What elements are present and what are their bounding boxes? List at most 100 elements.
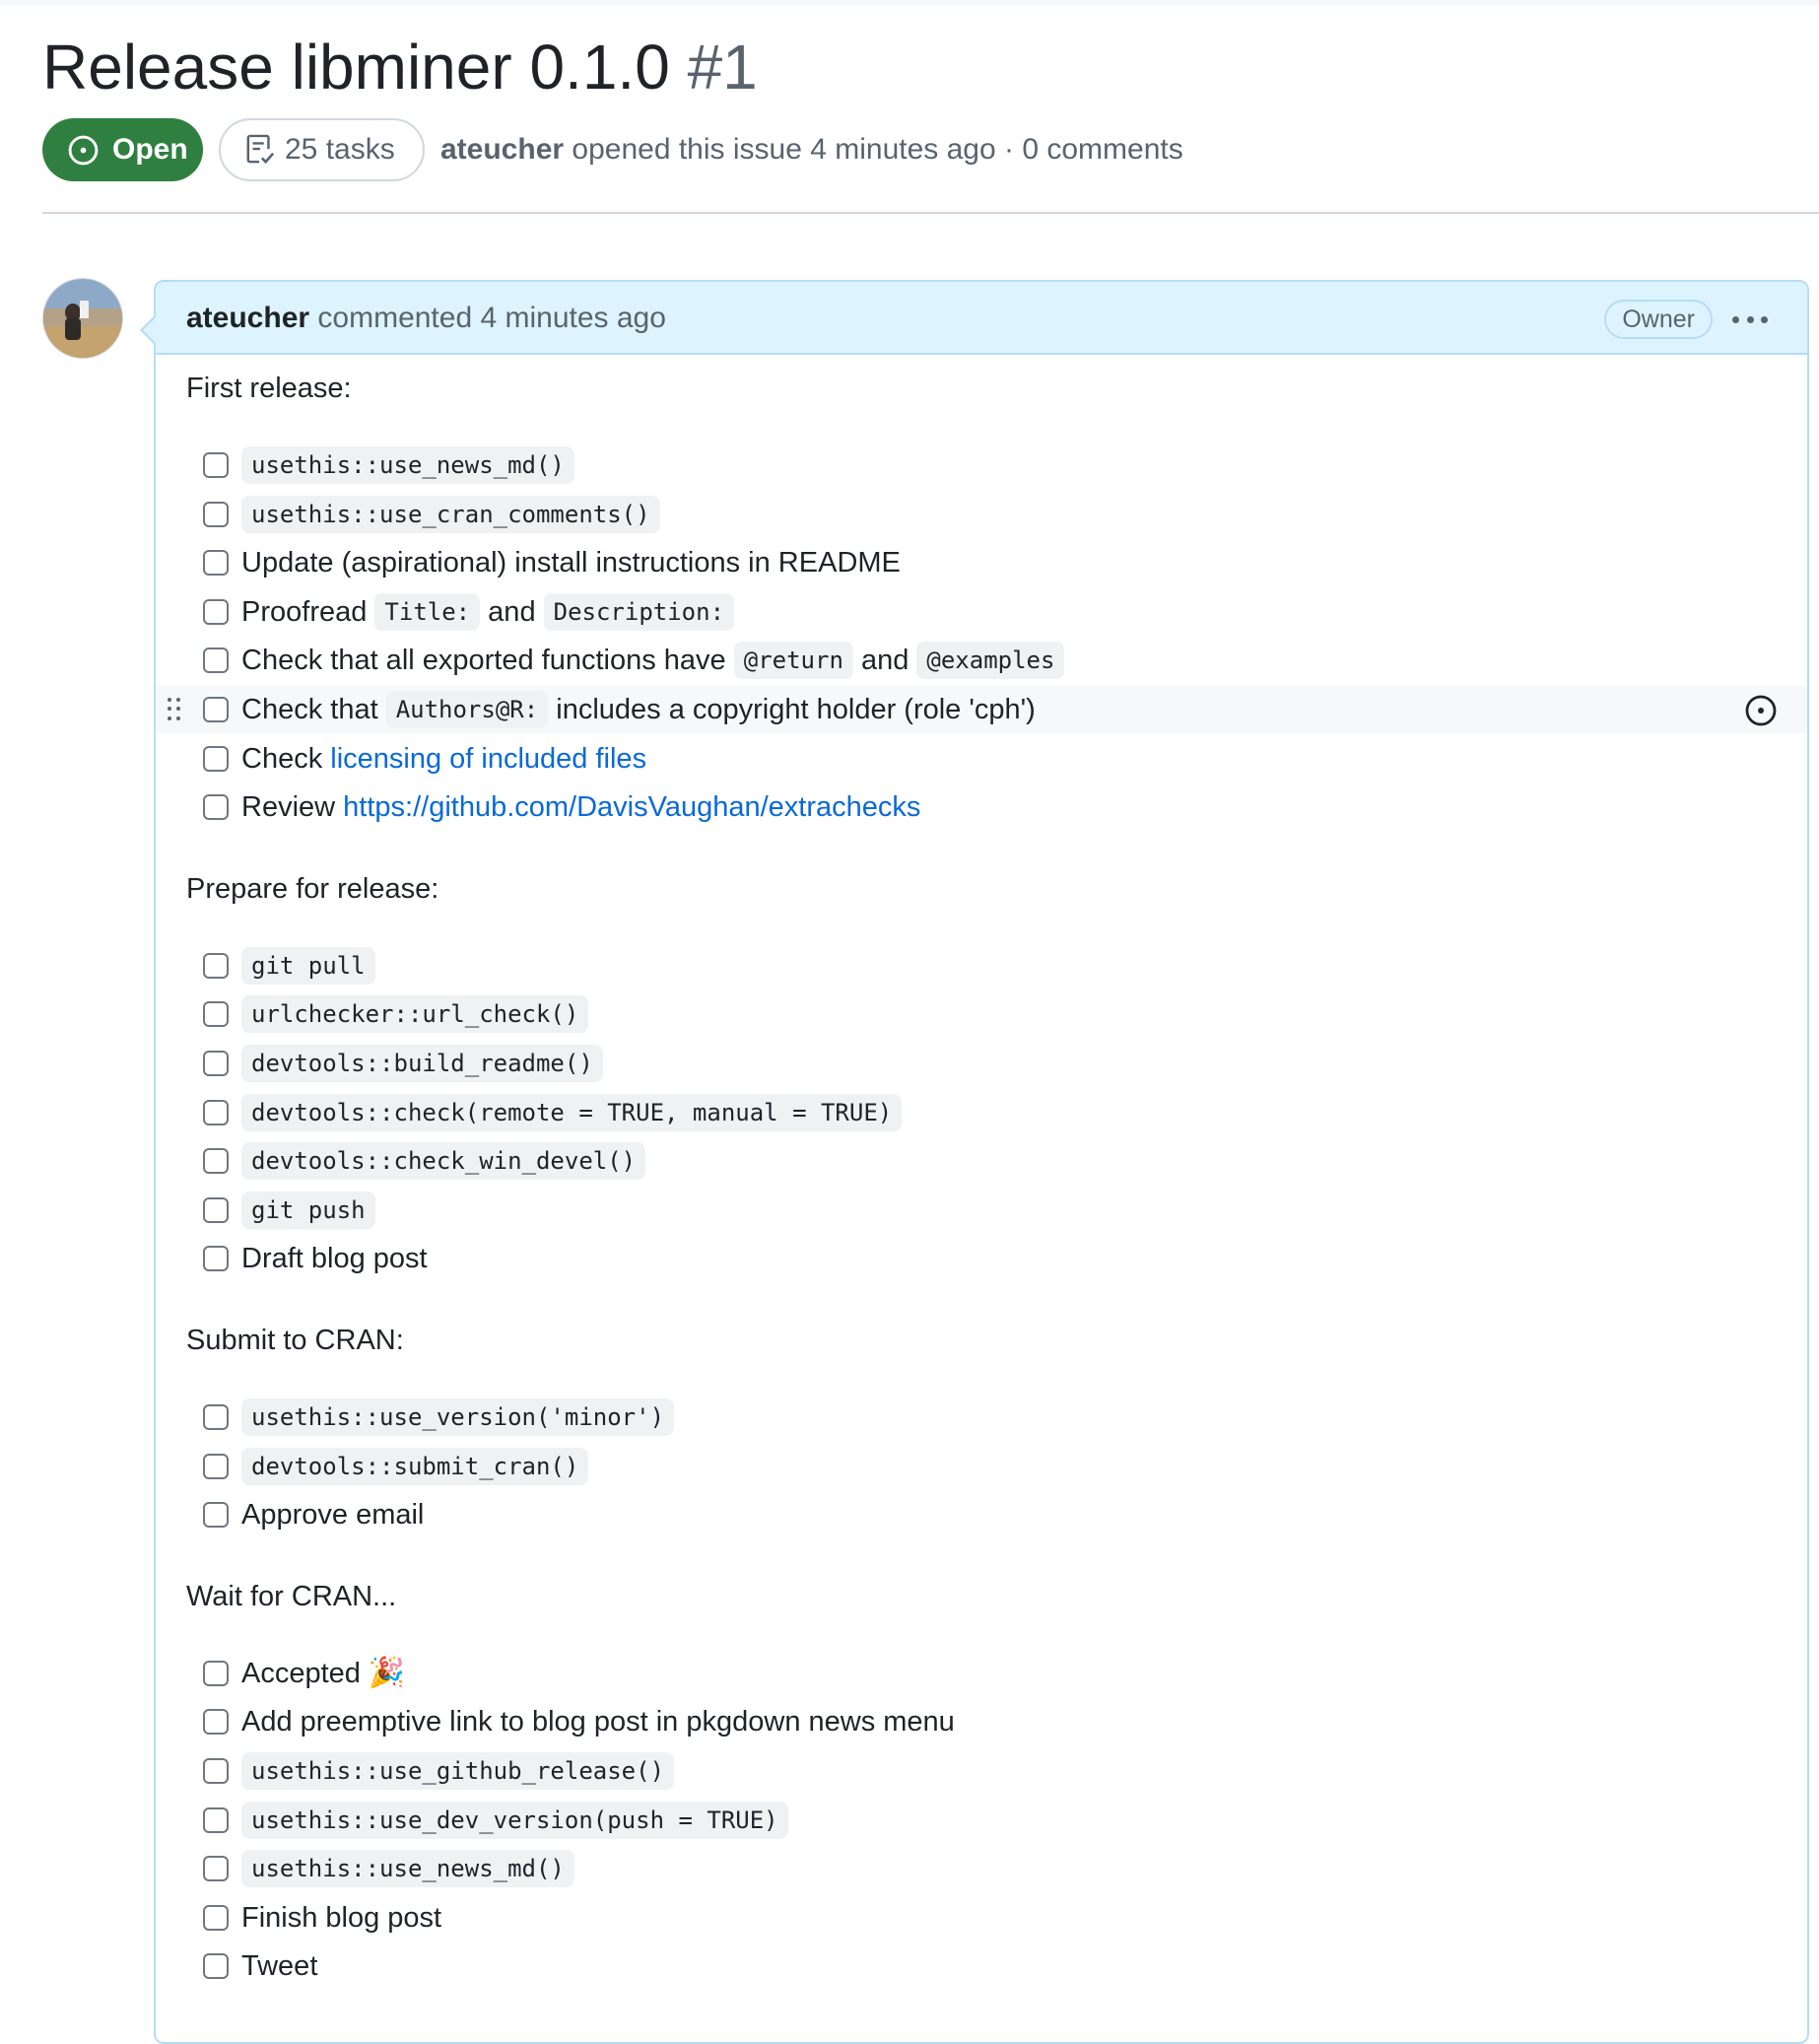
task-item: usethis::use_dev_version(push = TRUE) — [156, 1797, 1807, 1844]
issue-number: #1 — [687, 32, 758, 102]
task-item: Check that Authors@R: includes a copyrig… — [156, 686, 1807, 733]
top-bar — [0, 0, 1819, 6]
party-popper-icon: 🎉 — [368, 1656, 406, 1689]
task-content: Approve email — [241, 1493, 424, 1536]
task-content: Proofread Title: and Description: — [241, 590, 735, 634]
task-text: Update (aspirational) install instructio… — [241, 547, 901, 579]
task-text: Tweet — [241, 1950, 318, 1983]
task-checkbox[interactable] — [203, 794, 229, 821]
task-checkbox[interactable] — [203, 1856, 229, 1882]
task-text: Finish blog post — [241, 1901, 442, 1934]
task-checkbox[interactable] — [203, 647, 229, 674]
tasks-progress-button[interactable]: 25 tasks — [219, 118, 425, 181]
task-item: Accepted 🎉 — [156, 1650, 1807, 1697]
task-content: git push — [241, 1189, 375, 1232]
task-checkbox[interactable] — [203, 1453, 229, 1479]
inline-code: Authors@R: — [385, 691, 549, 728]
comment-header: ateucher commented 4 minutes ago Owner — [156, 282, 1807, 355]
inline-code: devtools::submit_cran() — [241, 1447, 589, 1485]
inline-code: @return — [733, 642, 853, 680]
task-content: devtools::check(remote = TRUE, manual = … — [241, 1091, 903, 1134]
task-text: Accepted — [241, 1657, 361, 1689]
task-checkbox[interactable] — [203, 452, 229, 478]
owner-badge: Owner — [1604, 300, 1713, 339]
comment-box: ateucher commented 4 minutes ago Owner F… — [140, 280, 1809, 2044]
task-content: Accepted 🎉 — [241, 1652, 405, 1695]
issue-title-text: Release libminer 0.1.0 — [42, 32, 670, 102]
avatar[interactable] — [42, 278, 123, 359]
task-link[interactable]: https://github.com/DavisVaughan/extrache… — [343, 785, 920, 829]
task-checkbox[interactable] — [203, 1148, 229, 1175]
inline-code: usethis::use_version('minor') — [241, 1398, 675, 1436]
task-checkbox[interactable] — [203, 697, 229, 722]
inline-code: usethis::use_dev_version(push = TRUE) — [241, 1801, 788, 1839]
task-checkbox[interactable] — [203, 1758, 229, 1784]
task-item: Add preemptive link to blog post in pkgd… — [156, 1698, 1807, 1745]
convert-to-issue-icon[interactable] — [1744, 694, 1778, 727]
task-item: Proofread Title: and Description: — [156, 588, 1807, 636]
task-text: and — [852, 645, 917, 677]
task-content: git pull — [241, 944, 375, 988]
task-text: Check — [241, 742, 331, 775]
task-checkbox[interactable] — [203, 1806, 229, 1833]
task-item: Check licensing of included files — [156, 735, 1807, 783]
task-content: Review https://github.com/DavisVaughan/e… — [241, 785, 920, 829]
task-content: Tweet — [241, 1944, 317, 1988]
task-item: devtools::build_readme() — [156, 1040, 1807, 1087]
task-text: Approve email — [241, 1499, 425, 1532]
task-checkbox[interactable] — [203, 1196, 229, 1223]
task-checkbox[interactable] — [203, 1953, 229, 1980]
task-checkbox[interactable] — [203, 501, 229, 527]
task-item: git push — [156, 1187, 1807, 1234]
task-checkbox[interactable] — [203, 1099, 229, 1125]
task-item: Check that all exported functions have @… — [156, 637, 1807, 684]
task-item: devtools::submit_cran() — [156, 1443, 1807, 1490]
checklist-icon — [245, 133, 275, 167]
task-checkbox[interactable] — [203, 952, 229, 979]
grabber-icon[interactable] — [168, 698, 181, 721]
comment-author-link[interactable]: ateucher — [186, 302, 309, 334]
issue-meta: ateucher opened this issue 4 minutes ago… — [440, 128, 1183, 171]
task-checkbox[interactable] — [203, 550, 229, 577]
task-item: usethis::use_github_release() — [156, 1747, 1807, 1795]
issue-state-label: Open — [112, 133, 188, 166]
task-checkbox[interactable] — [203, 1051, 229, 1076]
task-content: Draft blog post — [241, 1237, 428, 1280]
task-content: usethis::use_github_release() — [241, 1749, 675, 1793]
task-content: Add preemptive link to blog post in pkgd… — [241, 1700, 955, 1743]
inline-code: git pull — [241, 946, 375, 985]
task-content: usethis::use_cran_comments() — [241, 493, 660, 536]
inline-code: Title: — [374, 592, 481, 631]
task-item: Update (aspirational) install instructio… — [156, 539, 1807, 586]
task-checkbox[interactable] — [203, 1001, 229, 1028]
task-content: usethis::use_version('minor') — [241, 1396, 675, 1439]
task-item: devtools::check(remote = TRUE, manual = … — [156, 1089, 1807, 1136]
task-checkbox[interactable] — [203, 598, 229, 625]
issue-author-link[interactable]: ateucher — [440, 133, 564, 166]
kebab-horizontal-icon[interactable] — [1732, 305, 1768, 334]
task-checkbox[interactable] — [203, 1502, 229, 1529]
task-checkbox[interactable] — [203, 1904, 229, 1931]
task-item: Tweet — [156, 1942, 1807, 1990]
comment-meta: ateucher commented 4 minutes ago — [186, 297, 666, 340]
task-content: Check that Authors@R: includes a copyrig… — [241, 688, 1036, 731]
task-link[interactable]: licensing of included files — [330, 737, 646, 781]
task-item: devtools::check_win_devel() — [156, 1137, 1807, 1185]
task-item: usethis::use_news_md() — [156, 442, 1807, 489]
inline-code: Description: — [543, 592, 735, 631]
task-checkbox[interactable] — [203, 1404, 229, 1430]
inline-code: urlchecker::url_check() — [241, 995, 589, 1034]
task-item: usethis::use_cran_comments() — [156, 491, 1807, 538]
header-divider — [42, 212, 1819, 214]
task-text: Proofread — [241, 595, 375, 628]
task-checkbox[interactable] — [203, 745, 229, 772]
task-text: Add preemptive link to blog post in pkgd… — [241, 1706, 955, 1738]
task-content: devtools::check_win_devel() — [241, 1139, 646, 1183]
task-checkbox[interactable] — [203, 1246, 229, 1272]
task-checkbox[interactable] — [203, 1709, 229, 1736]
issue-state-badge: Open — [42, 118, 203, 181]
section-heading: First release: — [186, 373, 352, 404]
issue-title: Release libminer 0.1.0 #1 — [42, 28, 758, 106]
task-checkbox[interactable] — [203, 1660, 229, 1686]
task-item: git pull — [156, 942, 1807, 989]
